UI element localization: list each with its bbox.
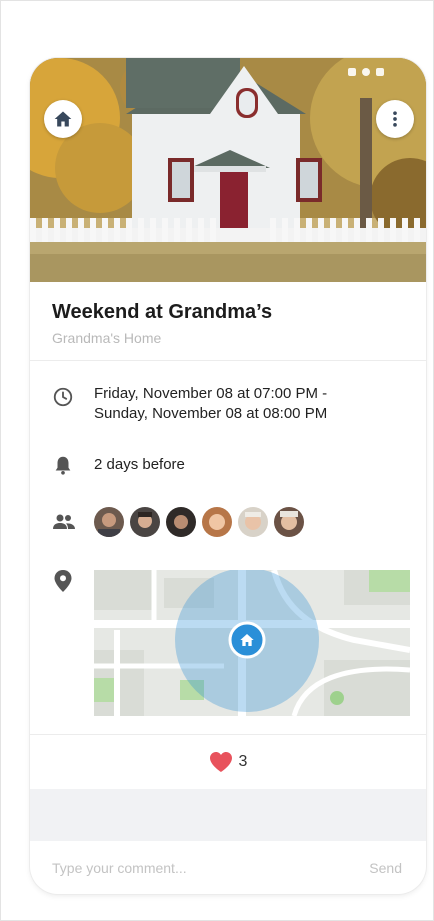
event-datetime: Friday, November 08 at 07:00 PM - Sunday… bbox=[94, 384, 327, 424]
likes-count: 3 bbox=[238, 753, 248, 770]
event-location-name: Grandma's Home bbox=[52, 330, 162, 346]
location-pin-icon bbox=[54, 570, 72, 592]
comment-input[interactable] bbox=[50, 858, 354, 877]
more-vertical-icon bbox=[393, 111, 397, 127]
reminder-text: 2 days before bbox=[94, 456, 185, 473]
more-options-button[interactable] bbox=[376, 100, 414, 138]
event-title: Weekend at Grandma’s bbox=[52, 301, 273, 323]
event-cover-image bbox=[30, 58, 426, 282]
event-card: Weekend at Grandma’s Grandma's Home Frid… bbox=[30, 58, 426, 894]
likes-bar[interactable]: 3 bbox=[30, 734, 426, 790]
home-button[interactable] bbox=[44, 100, 82, 138]
people-icon bbox=[53, 514, 75, 529]
comment-bar: Send bbox=[30, 841, 426, 894]
divider bbox=[30, 360, 426, 361]
attendee-avatar[interactable] bbox=[130, 507, 160, 537]
event-end: Sunday, November 08 at 08:00 PM bbox=[94, 405, 328, 422]
attendee-avatar[interactable] bbox=[202, 507, 232, 537]
attendee-avatar[interactable] bbox=[274, 507, 304, 537]
clock-icon bbox=[53, 387, 73, 407]
attendee-list bbox=[94, 507, 304, 537]
send-button[interactable]: Send bbox=[363, 859, 408, 877]
attendee-avatar[interactable] bbox=[94, 507, 124, 537]
event-start: Friday, November 08 at 07:00 PM - bbox=[94, 385, 328, 402]
event-header: Weekend at Grandma’s Grandma's Home bbox=[52, 301, 272, 346]
comments-area bbox=[30, 789, 426, 841]
home-marker-icon bbox=[240, 634, 254, 646]
location-map[interactable] bbox=[94, 570, 410, 716]
home-icon bbox=[54, 111, 72, 127]
heart-icon[interactable] bbox=[209, 751, 233, 773]
status-indicators bbox=[348, 68, 384, 76]
attendee-avatar[interactable] bbox=[166, 507, 196, 537]
attendee-avatar[interactable] bbox=[238, 507, 268, 537]
bell-icon bbox=[55, 456, 71, 475]
